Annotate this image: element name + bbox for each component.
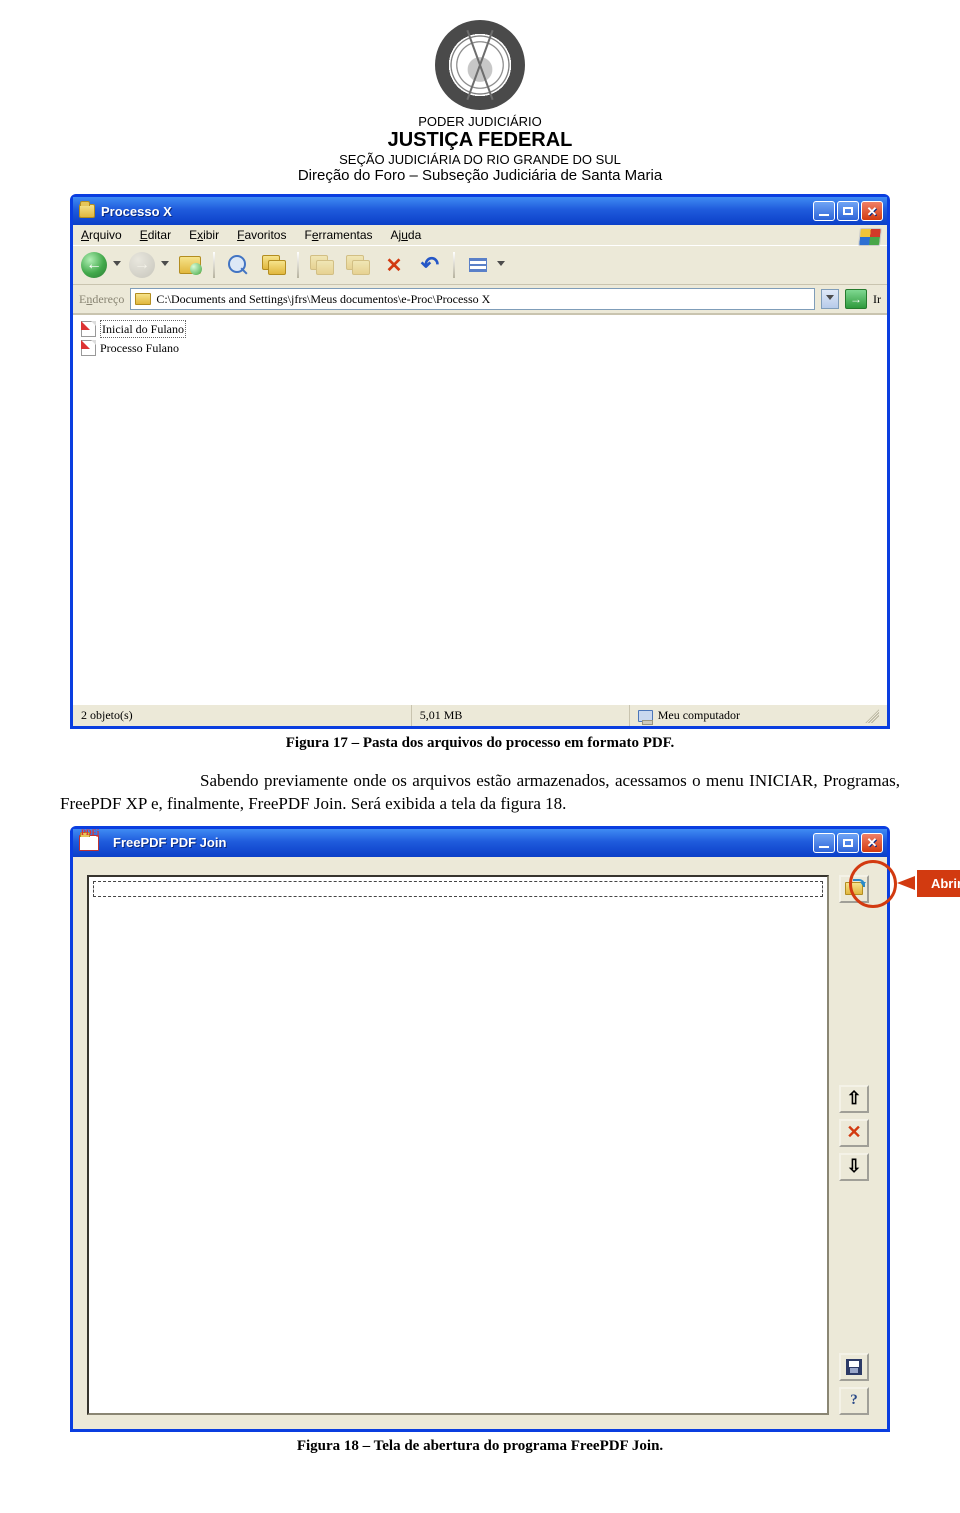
folders-button[interactable] xyxy=(259,250,289,280)
back-dropdown[interactable] xyxy=(113,261,121,269)
folders-icon xyxy=(262,255,286,275)
file-name: Processo Fulano xyxy=(100,340,179,356)
windows-flag-icon xyxy=(858,228,882,246)
search-icon xyxy=(227,254,249,276)
callout-label: Abrir xyxy=(917,870,960,897)
menu-ferramentas[interactable]: Ferramentas xyxy=(304,228,372,242)
forward-dropdown[interactable] xyxy=(161,261,169,269)
search-button[interactable] xyxy=(223,250,253,280)
move-up-button[interactable]: ⇧ xyxy=(839,1085,869,1113)
go-label: Ir xyxy=(873,292,881,307)
pdf-icon xyxy=(81,340,96,356)
toolbar-separator xyxy=(297,252,299,278)
side-toolbar: ⇧ ✕ ⇩ ? xyxy=(835,875,873,1415)
address-label: Endereço xyxy=(79,292,124,307)
freepdf-titlebar[interactable]: PDFj FreePDF PDF Join ✕ xyxy=(73,829,887,857)
address-path: C:\Documents and Settings\jfrs\Meus docu… xyxy=(156,292,490,307)
folder-icon xyxy=(135,293,151,305)
help-icon: ? xyxy=(850,1392,858,1409)
move-to-button[interactable] xyxy=(307,250,337,280)
undo-button[interactable]: ↶ xyxy=(415,250,445,280)
pdf-icon xyxy=(81,321,96,337)
status-location: Meu computador xyxy=(658,708,740,723)
arrow-down-icon: ⇩ xyxy=(846,1156,861,1177)
list-selection xyxy=(93,881,823,897)
file-name: Inicial do Fulano xyxy=(100,320,186,338)
callout-arrow-icon xyxy=(897,876,915,890)
minimize-button[interactable] xyxy=(813,833,835,853)
address-field[interactable]: C:\Documents and Settings\jfrs\Meus docu… xyxy=(130,288,815,310)
views-dropdown[interactable] xyxy=(497,261,505,269)
menu-exibir[interactable]: Exibir xyxy=(189,228,219,242)
move-down-button[interactable]: ⇩ xyxy=(839,1153,869,1181)
undo-icon: ↶ xyxy=(421,252,439,278)
views-button[interactable] xyxy=(463,250,493,280)
menu-editar[interactable]: Editar xyxy=(140,228,171,242)
save-button[interactable] xyxy=(839,1353,869,1381)
help-button[interactable]: ? xyxy=(839,1387,869,1415)
pdf-list[interactable] xyxy=(87,875,829,1415)
close-button[interactable]: ✕ xyxy=(861,833,883,853)
menu-bar: Arquivo Editar Exibir Favoritos Ferramen… xyxy=(73,225,887,246)
toolbar: ← → ✕ ↶ xyxy=(73,246,887,285)
letterhead-line4: Direção do Foro – Subseção Judiciária de… xyxy=(60,167,900,184)
letterhead-line3: SEÇÃO JUDICIÁRIA DO RIO GRANDE DO SUL xyxy=(60,152,900,167)
freepdf-icon-label: PDFj xyxy=(81,828,99,837)
arrow-up-icon: ⇧ xyxy=(846,1088,861,1109)
status-bar: 2 objeto(s) 5,01 MB Meu computador xyxy=(73,704,887,726)
address-bar: Endereço C:\Documents and Settings\jfrs\… xyxy=(73,285,887,314)
address-dropdown[interactable] xyxy=(821,289,839,309)
file-list[interactable]: Inicial do Fulano Processo Fulano xyxy=(73,314,887,704)
copy-to-button[interactable] xyxy=(343,250,373,280)
menu-arquivo[interactable]: Arquivo xyxy=(81,228,122,242)
maximize-button[interactable] xyxy=(837,833,859,853)
window-title: FreePDF PDF Join xyxy=(113,835,807,850)
delete-icon: ✕ xyxy=(846,1122,861,1143)
toolbar-separator xyxy=(453,252,455,278)
toolbar-separator xyxy=(213,252,215,278)
minimize-button[interactable] xyxy=(813,201,835,221)
body-paragraph: Sabendo previamente onde os arquivos est… xyxy=(60,770,900,816)
save-icon xyxy=(846,1359,862,1375)
figure18-caption: Figura 18 – Tela de abertura do programa… xyxy=(60,1438,900,1455)
views-icon xyxy=(469,258,487,272)
delete-icon: ✕ xyxy=(386,253,403,278)
resize-grip[interactable] xyxy=(865,709,879,723)
menu-ajuda[interactable]: Ajuda xyxy=(391,228,422,242)
copy-icon xyxy=(346,255,370,275)
highlight-ring-icon xyxy=(849,860,897,908)
forward-button[interactable]: → xyxy=(127,250,157,280)
freepdf-window: PDFj FreePDF PDF Join ✕ ⇧ ✕ ⇩ xyxy=(70,826,890,1432)
status-count: 2 objeto(s) xyxy=(81,708,133,723)
go-button[interactable]: → xyxy=(845,289,867,309)
list-item[interactable]: Processo Fulano xyxy=(79,339,881,357)
folder-icon xyxy=(79,204,95,218)
letterhead-line2: JUSTIÇA FEDERAL xyxy=(60,129,900,152)
up-folder-button[interactable] xyxy=(175,250,205,280)
explorer-titlebar[interactable]: Processo X ✕ xyxy=(73,197,887,225)
delete-button[interactable]: ✕ xyxy=(379,250,409,280)
explorer-window: Processo X ✕ Arquivo Editar Exibir Favor… xyxy=(70,194,890,729)
list-item[interactable]: Inicial do Fulano xyxy=(79,319,881,339)
my-computer-icon xyxy=(638,710,653,722)
menu-favoritos[interactable]: Favoritos xyxy=(237,228,286,242)
remove-button[interactable]: ✕ xyxy=(839,1119,869,1147)
maximize-button[interactable] xyxy=(837,201,859,221)
figure17-caption: Figura 17 – Pasta dos arquivos do proces… xyxy=(60,735,900,752)
letterhead: PODER JUDICIÁRIO JUSTIÇA FEDERAL SEÇÃO J… xyxy=(60,20,900,184)
move-icon xyxy=(310,255,334,275)
letterhead-line1: PODER JUDICIÁRIO xyxy=(60,114,900,129)
status-size: 5,01 MB xyxy=(420,708,463,723)
close-button[interactable]: ✕ xyxy=(861,201,883,221)
national-seal-icon xyxy=(435,20,525,110)
window-title: Processo X xyxy=(101,204,807,219)
freepdf-icon xyxy=(79,835,99,851)
back-button[interactable]: ← xyxy=(79,250,109,280)
open-callout: Abrir xyxy=(897,870,960,897)
